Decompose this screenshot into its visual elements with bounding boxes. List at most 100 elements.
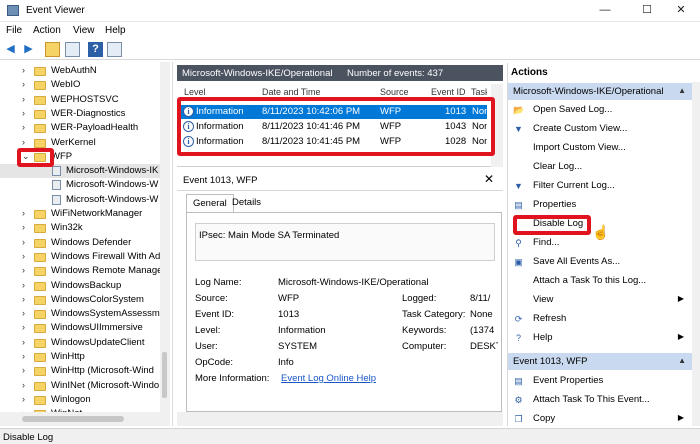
tree-folder-item[interactable]: › WEPHOSTSVC (0, 93, 160, 107)
chevron-right-icon[interactable]: › (22, 265, 25, 275)
action-create-custom-view[interactable]: ▼ Create Custom View... (512, 122, 690, 137)
event-message-box[interactable]: IPsec: Main Mode SA Terminated (195, 223, 495, 261)
column-event-id[interactable]: Event ID (431, 87, 466, 97)
collapse-icon[interactable]: ▲ (678, 356, 686, 365)
event-row[interactable]: i Information 8/11/2023 10:41:46 PM WFP … (181, 120, 487, 134)
chevron-right-icon[interactable]: › (22, 308, 25, 318)
action-pane-icon[interactable] (107, 42, 122, 57)
forward-arrow-icon[interactable]: ▶ (21, 42, 36, 57)
minimize-button[interactable]: — (586, 0, 624, 22)
tree-folder-item[interactable]: › Windows Firewall With Ad (0, 250, 160, 264)
action-help[interactable]: ? Help ▶ (512, 331, 690, 346)
action-attach-a-task-to-this-log[interactable]: Attach a Task To this Log... (512, 274, 690, 289)
column-task[interactable]: Task (471, 87, 487, 97)
event-log-online-help-link[interactable]: Event Log Online Help (281, 373, 376, 384)
tree-folder-item[interactable]: › WER-Diagnostics (0, 107, 160, 121)
folder-icon (34, 324, 46, 334)
chevron-right-icon[interactable]: › (22, 79, 25, 89)
maximize-button[interactable]: ☐ (628, 0, 666, 22)
tree-log-item[interactable]: Microsoft-Windows-W (0, 178, 160, 192)
chevron-right-icon[interactable]: › (22, 322, 25, 332)
detail-hscroll[interactable] (177, 412, 503, 426)
action-attach-task-to-this-event[interactable]: ⚙ Attach Task To This Event... (512, 393, 690, 408)
close-button[interactable]: ✕ (662, 0, 700, 22)
tree-folder-item[interactable]: ⌄ WFP (0, 150, 160, 164)
grid-vertical-scrollbar[interactable] (491, 84, 503, 167)
tree-hscroll-thumb[interactable] (22, 416, 124, 422)
menu-action[interactable]: Action (33, 25, 61, 36)
tree-folder-item[interactable]: › WebIO (0, 78, 160, 92)
tree-folder-item[interactable]: › WindowsBackup (0, 279, 160, 293)
chevron-right-icon[interactable]: › (22, 65, 25, 75)
tree-folder-item[interactable]: › Win32k (0, 221, 160, 235)
tree-folder-item[interactable]: › WindowsColorSystem (0, 293, 160, 307)
chevron-right-icon[interactable]: › (22, 337, 25, 347)
chevron-right-icon[interactable]: › (22, 380, 25, 390)
tree-folder-item[interactable]: › WindowsUIImmersive (0, 321, 160, 335)
chevron-right-icon[interactable]: › (22, 122, 25, 132)
tree-folder-item[interactable]: › Windows Remote Manage (0, 264, 162, 278)
folder-icon (34, 81, 46, 91)
column-level[interactable]: Level (184, 87, 206, 97)
event-row[interactable]: i Information 8/11/2023 10:42:06 PM WFP … (181, 105, 487, 119)
action-view[interactable]: View ▶ (512, 293, 690, 308)
copy-icon: ❐ (514, 414, 523, 424)
tree-folder-item[interactable]: › WindowsSystemAssessme (0, 307, 165, 321)
menu-view[interactable]: View (73, 25, 95, 36)
menu-file[interactable]: File (6, 25, 22, 36)
tree-folder-item[interactable]: › WerKernel (0, 136, 160, 150)
show-hide-tree-icon[interactable] (65, 42, 80, 57)
action-event-properties[interactable]: ▤ Event Properties (512, 374, 690, 389)
action-properties[interactable]: ▤ Properties (512, 198, 690, 213)
event-detail-header: Event 1013, WFP (177, 174, 497, 188)
chevron-right-icon[interactable]: › (22, 208, 25, 218)
action-open-saved-log[interactable]: 📂 Open Saved Log... (512, 103, 690, 118)
action-refresh[interactable]: ⟳ Refresh (512, 312, 690, 327)
help-icon[interactable]: ? (88, 42, 103, 57)
chevron-right-icon[interactable]: › (22, 394, 25, 404)
action-filter-current-log[interactable]: ▼ Filter Current Log... (512, 179, 690, 194)
chevron-down-icon[interactable]: ⌄ (22, 151, 30, 162)
chevron-right-icon[interactable]: › (22, 108, 25, 118)
action-clear-log[interactable]: Clear Log... (512, 160, 690, 175)
action-copy[interactable]: ❐ Copy ▶ (512, 412, 690, 427)
chevron-right-icon[interactable]: › (22, 237, 25, 247)
folder-icon (34, 138, 46, 148)
chevron-right-icon[interactable]: › (22, 137, 25, 147)
tree-folder-item[interactable]: › Windows Defender (0, 236, 160, 250)
chevron-right-icon[interactable]: › (22, 94, 25, 104)
tree-folder-item[interactable]: › WinINet (Microsoft-Windo (0, 379, 160, 393)
tree-folder-item[interactable]: › WindowsUpdateClient (0, 336, 160, 350)
chevron-right-icon[interactable]: › (22, 294, 25, 304)
chevron-right-icon[interactable]: › (22, 280, 25, 290)
tab-details[interactable]: Details (226, 194, 267, 212)
event-row[interactable]: i Information 8/11/2023 10:41:45 PM WFP … (181, 135, 487, 149)
actions-section-event[interactable]: Event 1013, WFP ▲ (508, 353, 692, 370)
column-source[interactable]: Source (380, 87, 409, 97)
tree-scroll-thumb[interactable] (162, 352, 167, 398)
collapse-icon[interactable]: ▲ (678, 86, 686, 95)
chevron-right-icon[interactable]: › (22, 351, 25, 361)
tree-log-item[interactable]: Microsoft-Windows-IK (0, 164, 160, 179)
binoculars-icon: ⚲ (515, 238, 522, 248)
tree-folder-item[interactable]: › Winlogon (0, 393, 160, 407)
column-date-time[interactable]: Date and Time (262, 87, 321, 97)
chevron-right-icon[interactable]: › (22, 251, 25, 261)
detail-close-icon[interactable]: ✕ (484, 172, 494, 186)
tree-folder-item[interactable]: › WinHttp (0, 350, 160, 364)
tree-folder-item[interactable]: › WebAuthN (0, 64, 160, 78)
chevron-right-icon[interactable]: › (22, 365, 25, 375)
tree-folder-item[interactable]: › WER-PayloadHealth (0, 121, 160, 135)
menu-help[interactable]: Help (105, 25, 126, 36)
actions-vertical-scrollbar[interactable] (692, 82, 700, 426)
actions-section-log[interactable]: Microsoft-Windows-IKE/Operational ▲ (508, 83, 692, 100)
action-save-all-events-as[interactable]: ▣ Save All Events As... (512, 255, 690, 270)
tree-log-item[interactable]: Microsoft-Windows-W (0, 193, 160, 207)
tree-folder-item[interactable]: › WiFiNetworkManager (0, 207, 160, 221)
action-import-custom-view[interactable]: Import Custom View... (512, 141, 690, 156)
tree-folder-item[interactable]: › WinHttp (Microsoft-Wind (0, 364, 160, 378)
folder-up-icon[interactable] (45, 42, 60, 57)
log-name-header: Microsoft-Windows-IKE/Operational (182, 68, 333, 79)
chevron-right-icon[interactable]: › (22, 222, 25, 232)
back-arrow-icon[interactable]: ◀ (3, 42, 18, 57)
